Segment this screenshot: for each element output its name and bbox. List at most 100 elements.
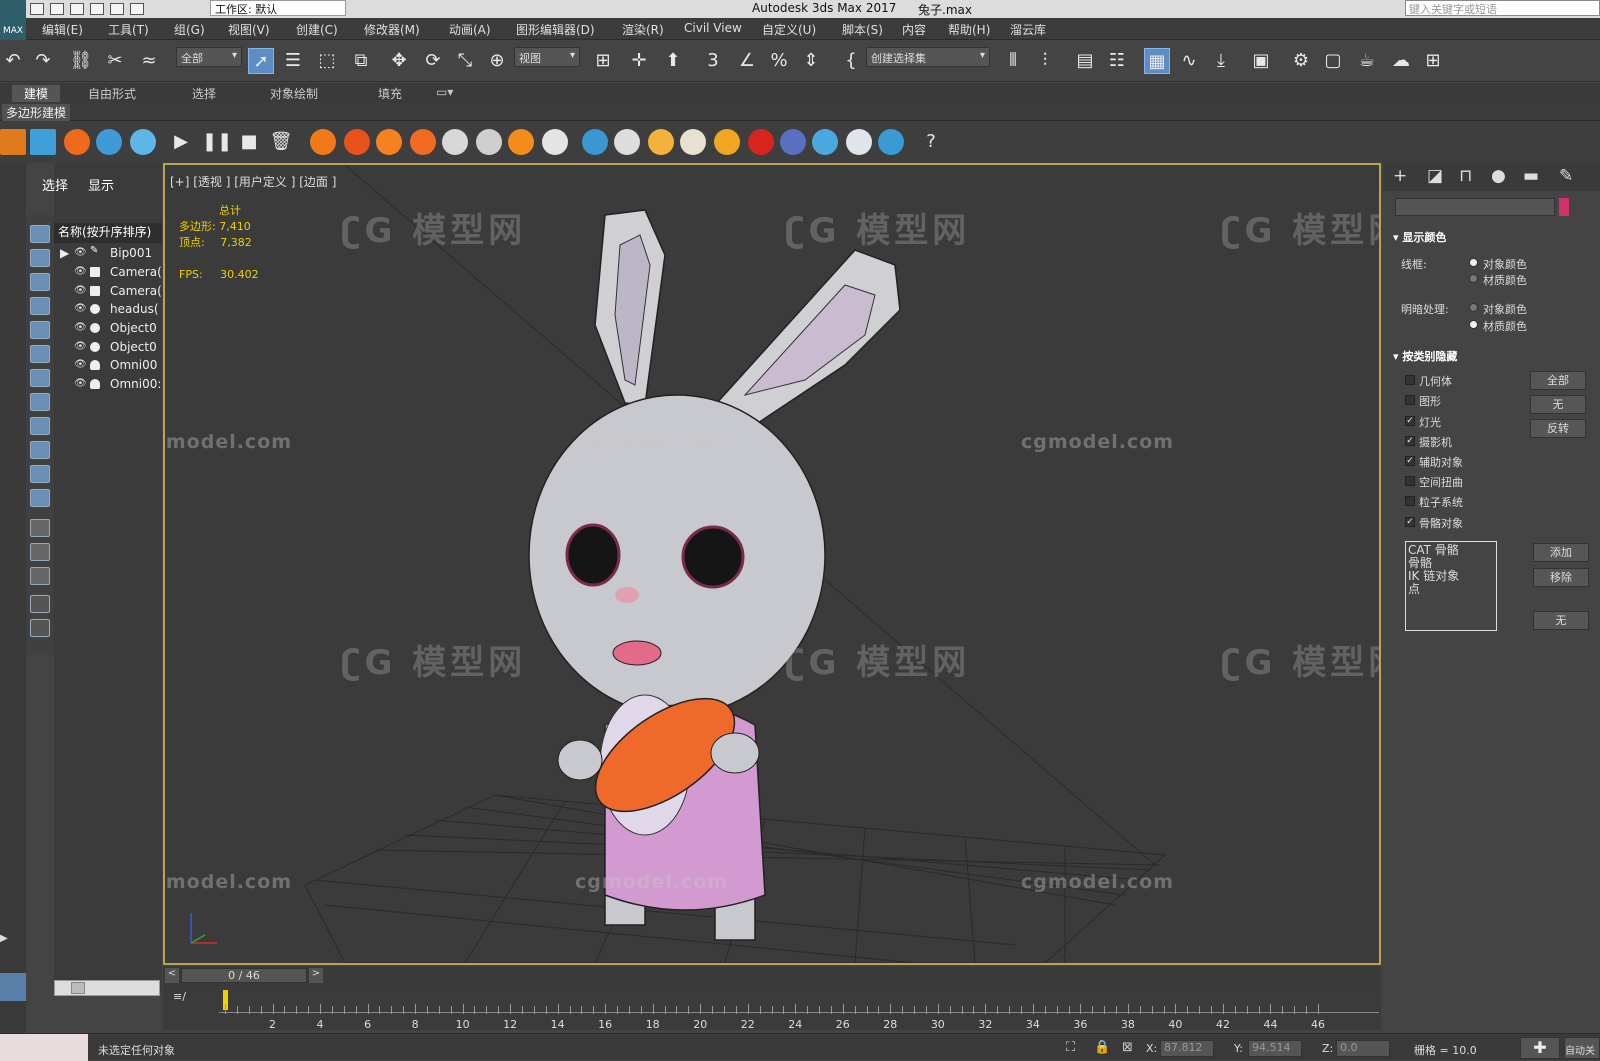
scene-item-headus[interactable]: 👁 headus( [54, 301, 162, 319]
display-xrefs-icon[interactable] [30, 393, 50, 411]
select-none-icon[interactable] [30, 567, 50, 585]
hide-by-category-rollout-title[interactable]: ▾ 按类别隐藏 [1393, 348, 1457, 364]
funnel-icon[interactable] [30, 619, 50, 637]
wireframe-object-color-radio[interactable] [1469, 258, 1478, 267]
layer-explorer-icon[interactable]: ☷ [1104, 48, 1130, 74]
display-bones-icon[interactable] [30, 417, 50, 435]
scene-item-camera-1[interactable]: 👁 Camera( [54, 264, 162, 282]
rotate-icon[interactable]: ⟳ [420, 48, 446, 74]
save-file-icon[interactable] [70, 3, 84, 15]
paint-icon[interactable] [780, 129, 806, 155]
visibility-eye-icon[interactable]: 👁 [74, 285, 87, 296]
display-lights-icon[interactable] [30, 273, 50, 291]
select-manipulate-icon[interactable]: ✛ [626, 48, 652, 74]
list-item[interactable]: IK 链对象 [1408, 570, 1494, 583]
scene-item-omni-2[interactable]: 👁 Omni00: [54, 376, 162, 394]
new-file-icon[interactable] [30, 3, 44, 15]
shaded-material-color-radio[interactable] [1469, 320, 1478, 329]
motion-tab-icon[interactable]: ● [1491, 166, 1506, 186]
menu-cloud-library[interactable]: 溜云库 [1010, 21, 1046, 38]
particles-icon[interactable] [130, 129, 156, 155]
rectangular-selection-icon[interactable]: ⬚ [314, 48, 340, 74]
hide-shapes-checkbox[interactable] [1405, 395, 1415, 405]
smoke-icon[interactable] [442, 129, 468, 155]
display-none-icon[interactable] [30, 225, 50, 243]
workspace-dropdown[interactable]: 工作区: 默认 [210, 0, 346, 16]
burst-icon[interactable] [410, 129, 436, 155]
scene-item-object-1[interactable]: 👁 Object0 [54, 320, 162, 338]
hide-bones-checkbox[interactable]: ✓ [1405, 517, 1415, 527]
ocean-icon[interactable] [846, 129, 872, 155]
modify-tab-icon[interactable]: ◪ [1427, 166, 1443, 186]
menu-help[interactable]: 帮助(H) [948, 21, 990, 38]
project-folder-icon[interactable] [130, 3, 144, 15]
object-name-field[interactable] [1395, 198, 1555, 216]
shaded-object-color-radio[interactable] [1469, 303, 1478, 312]
next-frame-icon[interactable]: > [309, 968, 323, 983]
percent-snap-icon[interactable]: % [766, 48, 792, 74]
y-coord-field[interactable]: 94.514 [1248, 1040, 1302, 1057]
liquid-grid-icon[interactable] [30, 129, 56, 155]
visibility-eye-icon[interactable]: 👁 [74, 303, 87, 314]
tab-populate[interactable]: 填充 [378, 85, 402, 102]
select-by-name-icon[interactable]: ☰ [280, 48, 306, 74]
visibility-eye-icon[interactable]: 👁 [74, 378, 87, 389]
fire-preset-2-icon[interactable] [344, 129, 370, 155]
hierarchy-tab-icon[interactable]: ⊓ [1459, 166, 1472, 186]
hide-lights-checkbox[interactable]: ✓ [1405, 416, 1415, 426]
maxscript-mini-listener[interactable] [0, 973, 26, 1001]
selection-lock-icon[interactable]: 🔒 [1094, 1040, 1110, 1055]
tab-freeform[interactable]: 自由形式 [88, 85, 136, 102]
display-helpers-icon[interactable] [30, 321, 50, 339]
display-spacewarps-icon[interactable] [30, 345, 50, 363]
app-logo[interactable]: MAX [0, 0, 26, 40]
menu-views[interactable]: 视图(V) [228, 21, 270, 38]
wireframe-material-color-radio[interactable] [1469, 274, 1478, 283]
x-coord-field[interactable]: 87.812 [1160, 1040, 1214, 1057]
rendered-frame-window-icon[interactable]: ▢ [1320, 48, 1346, 74]
water-icon[interactable] [96, 129, 122, 155]
liquid-source-icon[interactable] [582, 129, 608, 155]
visibility-eye-icon[interactable]: 👁 [74, 247, 87, 258]
scene-item-omni-1[interactable]: 👁 Omni00 [54, 357, 162, 375]
search-input[interactable]: 键入关键字或短语 [1405, 0, 1600, 16]
window-crossing-icon[interactable]: ⧉ [348, 48, 374, 74]
select-object-icon[interactable]: ➚ [248, 48, 274, 74]
link-icon[interactable]: ⛓ [68, 48, 94, 74]
hide-spacewarps-checkbox[interactable] [1405, 476, 1415, 486]
display-groups-icon[interactable] [30, 369, 50, 387]
visibility-eye-icon[interactable]: 👁 [74, 359, 87, 370]
schematic-view-icon[interactable]: ⤓ [1208, 48, 1234, 74]
add-category-button[interactable]: 添加 [1533, 543, 1589, 562]
perspective-viewport[interactable]: [+] [透视 ] [用户定义 ] [边面 ] 总计 多边形: 7,410 顶点… [163, 163, 1381, 965]
bottle-icon[interactable] [614, 129, 640, 155]
selection-filter-dropdown[interactable]: 全部 [176, 47, 242, 67]
redo-quick-icon[interactable] [110, 3, 124, 15]
display-all-icon[interactable] [30, 519, 50, 537]
render-setup-icon[interactable]: ⚙ [1288, 48, 1314, 74]
play-icon[interactable]: ▶ [168, 129, 194, 155]
tab-display[interactable]: 显示 [88, 175, 114, 194]
delete-cache-icon[interactable]: 🗑 [268, 129, 294, 155]
menu-content[interactable]: 内容 [902, 21, 926, 38]
add-time-tag-icon[interactable]: ✚ [1520, 1037, 1560, 1059]
open-file-icon[interactable] [50, 3, 64, 15]
scene-explorer-scrollbar[interactable] [54, 980, 160, 996]
visibility-eye-icon[interactable]: 👁 [74, 266, 87, 277]
visibility-eye-icon[interactable]: 👁 [74, 322, 87, 333]
scene-item-bip001[interactable]: ▶ 👁 ✎ Bip001 [54, 245, 162, 263]
prev-frame-icon[interactable]: < [165, 968, 179, 983]
scene-item-camera-2[interactable]: 👁 Camera( [54, 283, 162, 301]
display-color-rollout-title[interactable]: ▾ 显示颜色 [1393, 229, 1446, 245]
hide-helpers-checkbox[interactable]: ✓ [1405, 456, 1415, 466]
hide-none-button[interactable]: 无 [1530, 395, 1586, 414]
candle-icon[interactable] [508, 129, 534, 155]
menu-tools[interactable]: 工具(T) [108, 21, 149, 38]
scene-item-object-2[interactable]: 👁 Object0 [54, 339, 162, 357]
blood-icon[interactable] [748, 129, 774, 155]
menu-edit[interactable]: 编辑(E) [42, 21, 83, 38]
render-production-icon[interactable]: ☕ [1354, 48, 1380, 74]
none-category-button[interactable]: 无 [1533, 611, 1589, 630]
snaps-toggle-icon[interactable]: 3 [700, 48, 726, 74]
angle-snap-icon[interactable]: ∠ [734, 48, 760, 74]
